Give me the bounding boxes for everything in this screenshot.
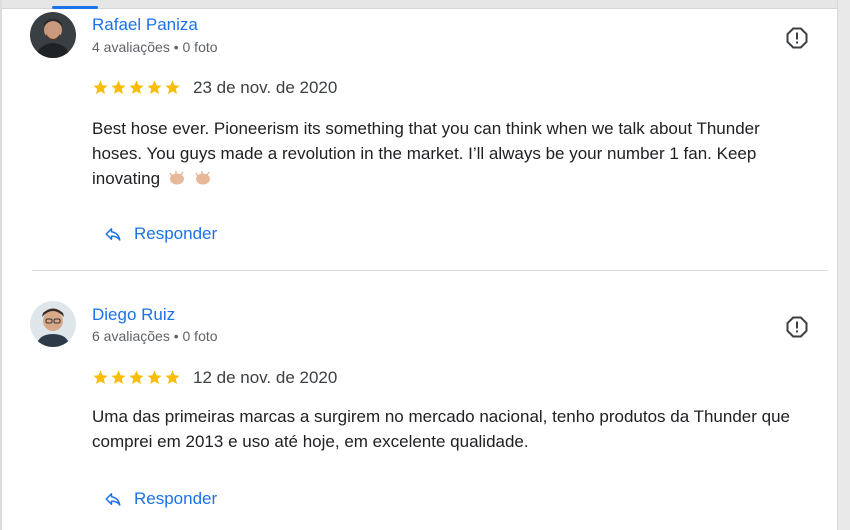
- avatar[interactable]: [30, 12, 76, 58]
- clapping-hands-icon: [169, 171, 184, 185]
- report-icon: [786, 27, 808, 49]
- review-item: Rafael Paniza 4 avaliações • 0 foto 23 d…: [0, 0, 838, 270]
- star-rating: [92, 79, 181, 97]
- star-icon: [129, 80, 144, 95]
- star-icon: [165, 370, 180, 385]
- review-text-body: Best hose ever. Pioneerism its something…: [92, 119, 760, 188]
- reply-label: Responder: [134, 489, 218, 508]
- report-icon: [786, 316, 808, 338]
- reviewer-name[interactable]: Diego Ruiz: [92, 305, 175, 325]
- star-icon: [93, 370, 108, 385]
- review-item: Diego Ruiz 6 avaliações • 0 foto 12 de n…: [0, 271, 838, 530]
- reviewer-meta: 6 avaliações • 0 foto: [92, 328, 218, 344]
- reply-arrow-icon: [105, 493, 121, 506]
- report-button[interactable]: [785, 315, 809, 339]
- reply-arrow-icon: [105, 228, 121, 241]
- review-text: Best hose ever. Pioneerism its something…: [92, 116, 814, 191]
- review-text-body: Uma das primeiras marcas a surgirem no m…: [92, 407, 790, 451]
- reply-label: Responder: [134, 224, 218, 243]
- report-button[interactable]: [785, 26, 809, 50]
- star-icon: [111, 370, 126, 385]
- review-date: 23 de nov. de 2020: [193, 78, 338, 97]
- star-icon: [129, 370, 144, 385]
- star-icon: [165, 80, 180, 95]
- reviewer-name[interactable]: Rafael Paniza: [92, 15, 198, 35]
- star-icon: [93, 80, 108, 95]
- star-icon: [111, 80, 126, 95]
- scrollbar[interactable]: [837, 0, 850, 530]
- star-rating: [92, 369, 181, 387]
- star-icon: [147, 80, 162, 95]
- clapping-hands-icon: [194, 171, 210, 185]
- star-icon: [147, 370, 162, 385]
- review-date: 12 de nov. de 2020: [193, 368, 338, 387]
- avatar[interactable]: [30, 301, 76, 347]
- reviewer-meta: 4 avaliações • 0 foto: [92, 39, 218, 55]
- reply-button[interactable]: Responder: [104, 224, 217, 244]
- review-text: Uma das primeiras marcas a surgirem no m…: [92, 404, 814, 454]
- reply-button[interactable]: Responder: [104, 489, 217, 509]
